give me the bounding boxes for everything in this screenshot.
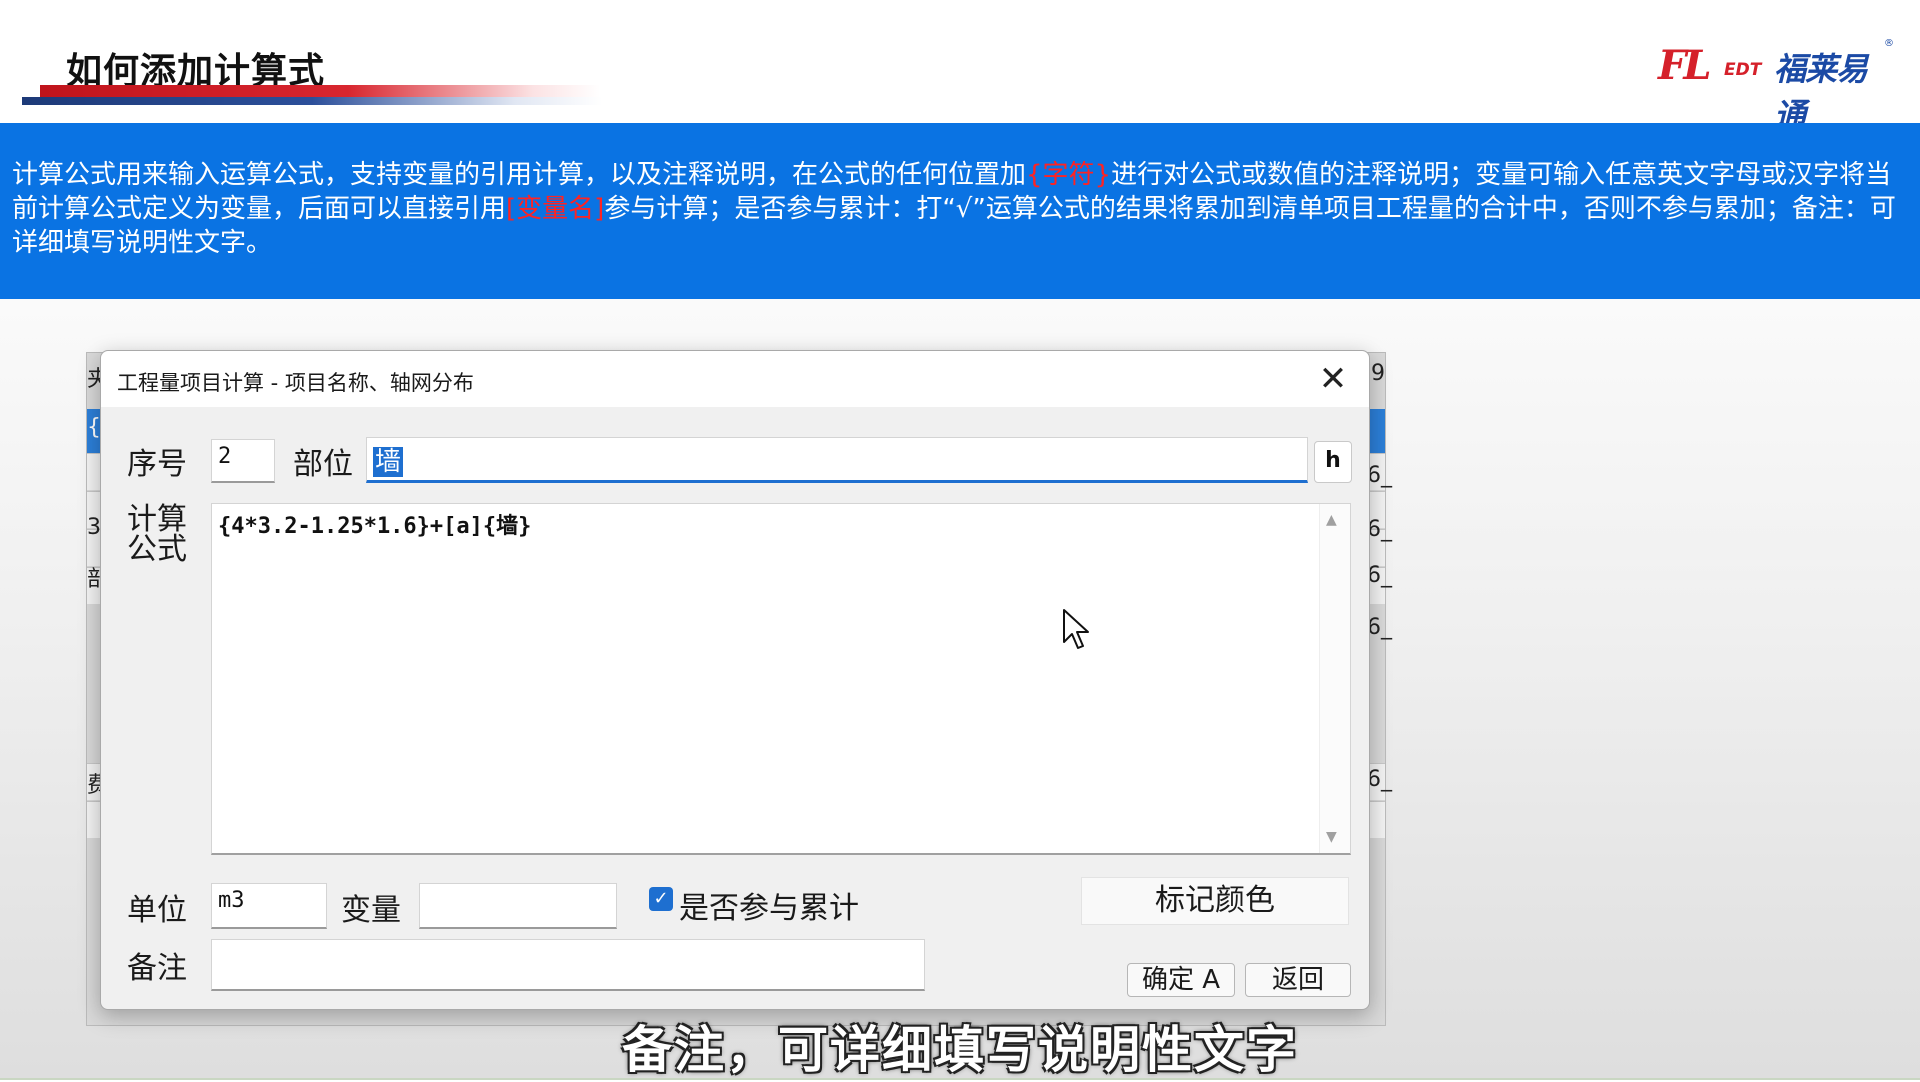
accumulate-label[interactable]: 是否参与累计 [679, 883, 859, 927]
seq-field[interactable]: 2 [211, 439, 275, 483]
title-underline-red [40, 85, 600, 97]
title-underline-navy [22, 97, 602, 105]
variable-field[interactable] [419, 883, 617, 929]
unit-field[interactable]: m3 [211, 883, 327, 929]
description-text: 计算公式用来输入运算公式，支持变量的引用计算，以及注释说明，在公式的任何位置加{… [12, 158, 1912, 260]
background-cell-text: 6_ [1367, 767, 1392, 792]
scroll-up-arrow-icon[interactable]: ▲ [1326, 512, 1337, 528]
formula-label: 计算 公式 [127, 505, 187, 565]
accumulate-checkbox[interactable]: ✓ [649, 887, 673, 911]
back-button[interactable]: 返回 [1245, 963, 1351, 997]
quantity-calc-dialog: 工程量项目计算 - 项目名称、轴网分布 ✕ 序号 2 部位 墙 h 计算 公式 {… [100, 350, 1370, 1010]
video-subtitle: 备注，可详细填写说明性文字 [622, 1021, 1298, 1079]
formula-scrollbar[interactable]: ▲ ▼ [1319, 504, 1350, 853]
formula-editor[interactable]: {4*3.2-1.25*1.6}+[a]{墙} ▲ ▼ [211, 503, 1351, 855]
part-label: 部位 [293, 447, 353, 482]
dialog-titlebar[interactable]: 工程量项目计算 - 项目名称、轴网分布 ✕ [101, 351, 1369, 407]
background-cell-text: 6_ [1367, 615, 1392, 640]
part-field-selected-text: 墙 [373, 447, 404, 477]
description-band: 计算公式用来输入运算公式，支持变量的引用计算，以及注释说明，在公式的任何位置加{… [0, 123, 1920, 299]
formula-text: {4*3.2-1.25*1.6}+[a]{墙} [218, 514, 532, 539]
background-cell-text: 9 [1371, 361, 1385, 386]
confirm-button[interactable]: 确定 A [1127, 963, 1235, 997]
description-highlight-comment: {字符} [1026, 160, 1112, 190]
variable-label: 变量 [341, 893, 401, 928]
description-part-1: 计算公式用来输入运算公式，支持变量的引用计算，以及注释说明，在公式的任何位置加 [12, 160, 1027, 190]
logo-mark: FL [1658, 42, 1712, 89]
background-cell-text: { [87, 415, 101, 440]
seq-label: 序号 [127, 447, 187, 482]
mouse-pointer-icon [1063, 609, 1089, 649]
remark-label: 备注 [127, 951, 187, 986]
part-field[interactable]: 墙 [366, 437, 1308, 483]
logo-edt: EDT [1724, 60, 1762, 80]
background-cell-text: 6_ [1367, 463, 1392, 488]
background-cell-text: 6_ [1367, 517, 1392, 542]
description-highlight-variable: [变量名] [506, 194, 605, 224]
formula-label-line-2: 公式 [127, 532, 187, 567]
remark-field[interactable] [211, 939, 925, 991]
close-icon[interactable]: ✕ [1311, 357, 1355, 401]
background-cell-text: 6_ [1367, 563, 1392, 588]
checkmark-icon: ✓ [653, 888, 669, 909]
scroll-down-arrow-icon[interactable]: ▼ [1326, 829, 1337, 845]
logo-registered-mark: ® [1884, 38, 1894, 49]
unit-label: 单位 [127, 893, 187, 928]
company-logo: FL EDT 福莱易通 ® [1658, 38, 1894, 134]
h-button[interactable]: h [1314, 441, 1352, 483]
mark-color-button[interactable]: 标记颜色 [1081, 877, 1349, 925]
dialog-title: 工程量项目计算 - 项目名称、轴网分布 [117, 371, 474, 395]
